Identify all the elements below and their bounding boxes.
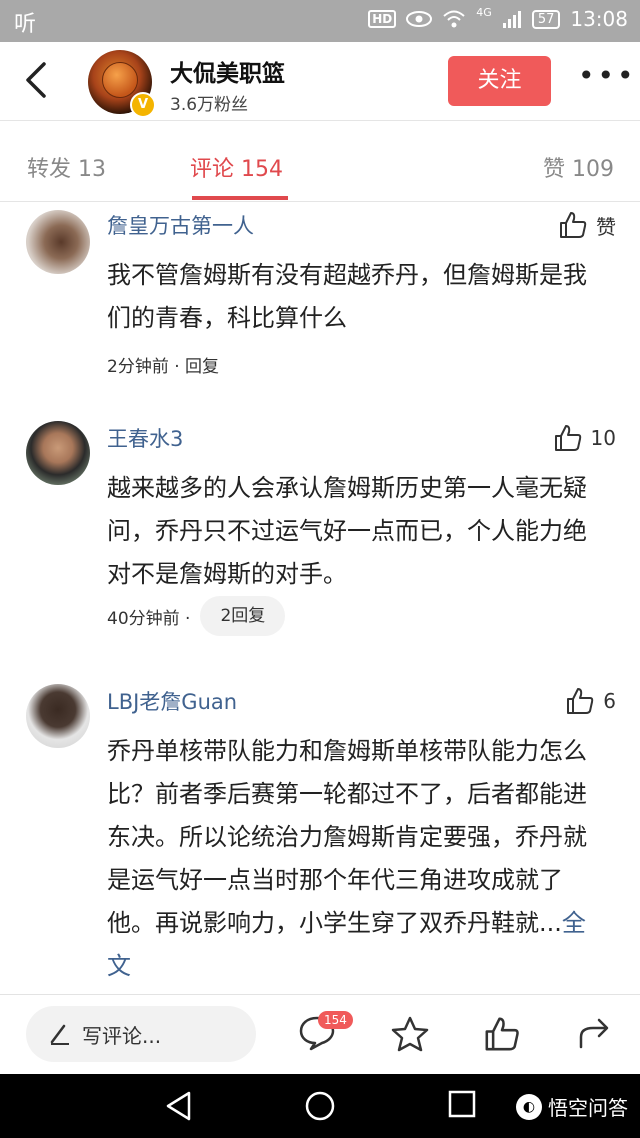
share-icon[interactable] [577,1015,613,1051]
back-triangle-icon[interactable] [164,1090,194,1122]
comment-username[interactable]: 詹皇万古第一人 [107,210,254,240]
like-count: 10 [590,426,616,450]
comment-time[interactable]: 2分钟前 · 回复 [107,352,219,377]
like-button[interactable]: 6 [565,686,616,716]
listen-icon: 听 [14,12,37,37]
tab-bar: 转发 13 评论 154 赞 109 [0,121,640,202]
clock: 13:08 [570,7,628,31]
battery-indicator: 57 [531,9,561,29]
active-tab-indicator [192,196,288,200]
favorite-star-icon[interactable] [390,1015,430,1053]
comment-meta: 40分钟前 · 2回复 [107,596,286,636]
watermark: ◐ 悟空问答 [516,1092,628,1121]
comment-text: 乔丹单核带队能力和詹姆斯单核带队能力怎么比？前者季后赛第一轮都过不了，后者都能进… [107,730,607,988]
write-comment-input[interactable]: 写评论... [26,1006,256,1062]
more-options-icon[interactable]: ••• [578,62,637,90]
user-avatar[interactable] [26,210,90,274]
status-bar: 听 HD 4G 57 13:08 [0,0,640,42]
follow-button[interactable]: 关注 [448,56,551,106]
like-article-icon[interactable] [482,1015,522,1053]
status-icons: HD 4G 57 13:08 [368,5,628,31]
recent-apps-icon[interactable] [448,1090,476,1118]
like-count: 赞 [596,214,616,239]
hd-icon: HD [368,10,397,28]
signal-icon [502,11,521,28]
wifi-icon [443,10,465,28]
comment-time: 40分钟前 · [107,608,191,629]
reply-count-button[interactable]: 2回复 [200,596,286,636]
account-name[interactable]: 大侃美职篮 [170,54,285,88]
fans-count: 3.6万粉丝 [170,95,249,115]
header: V 大侃美职篮 3.6万粉丝 关注 ••• [0,42,640,121]
comment-text: 我不管詹姆斯有没有超越乔丹，但詹姆斯是我们的青春，科比算什么 [107,261,587,332]
watermark-text: 悟空问答 [548,1096,628,1120]
user-avatar[interactable] [26,684,90,748]
basketball-icon [102,62,138,98]
comment-text-body: 乔丹单核带队能力和詹姆斯单核带队能力怎么比？前者季后赛第一轮都过不了，后者都能进… [107,737,587,937]
system-nav-bar: ◐ 悟空问答 [0,1074,640,1138]
wukong-logo-icon: ◐ [516,1093,542,1120]
like-button[interactable]: 赞 [558,210,616,240]
pencil-icon [50,1024,69,1045]
home-circle-icon[interactable] [304,1090,336,1122]
user-avatar[interactable] [26,421,90,485]
eye-icon [406,11,433,27]
thumbs-up-icon [560,212,587,238]
comment-count-badge: 154 [318,1011,353,1029]
comment-toolbar: 写评论... 154 [0,994,640,1075]
write-comment-placeholder: 写评论... [82,1023,162,1048]
network-type-label: 4G [476,5,492,19]
tab-likes[interactable]: 赞 109 [543,151,614,183]
comment-username[interactable]: LBJ老詹Guan [107,686,237,716]
comment-username[interactable]: 王春水3 [107,423,183,453]
back-button[interactable] [22,60,58,100]
like-count: 6 [603,689,616,713]
comment-text: 越来越多的人会承认詹姆斯历史第一人毫无疑问，乔丹只不过运气好一点而已，个人能力绝… [107,474,587,588]
back-arrow-icon [26,62,46,98]
like-button[interactable]: 10 [553,423,616,453]
thumbs-up-icon [567,688,594,714]
tab-reposts[interactable]: 转发 13 [27,151,106,183]
comment-meta: 2分钟前 · 回复 [107,352,219,377]
thumbs-up-icon [554,425,581,451]
tab-comments[interactable]: 评论 154 [190,151,283,183]
verified-icon: V [130,92,156,118]
